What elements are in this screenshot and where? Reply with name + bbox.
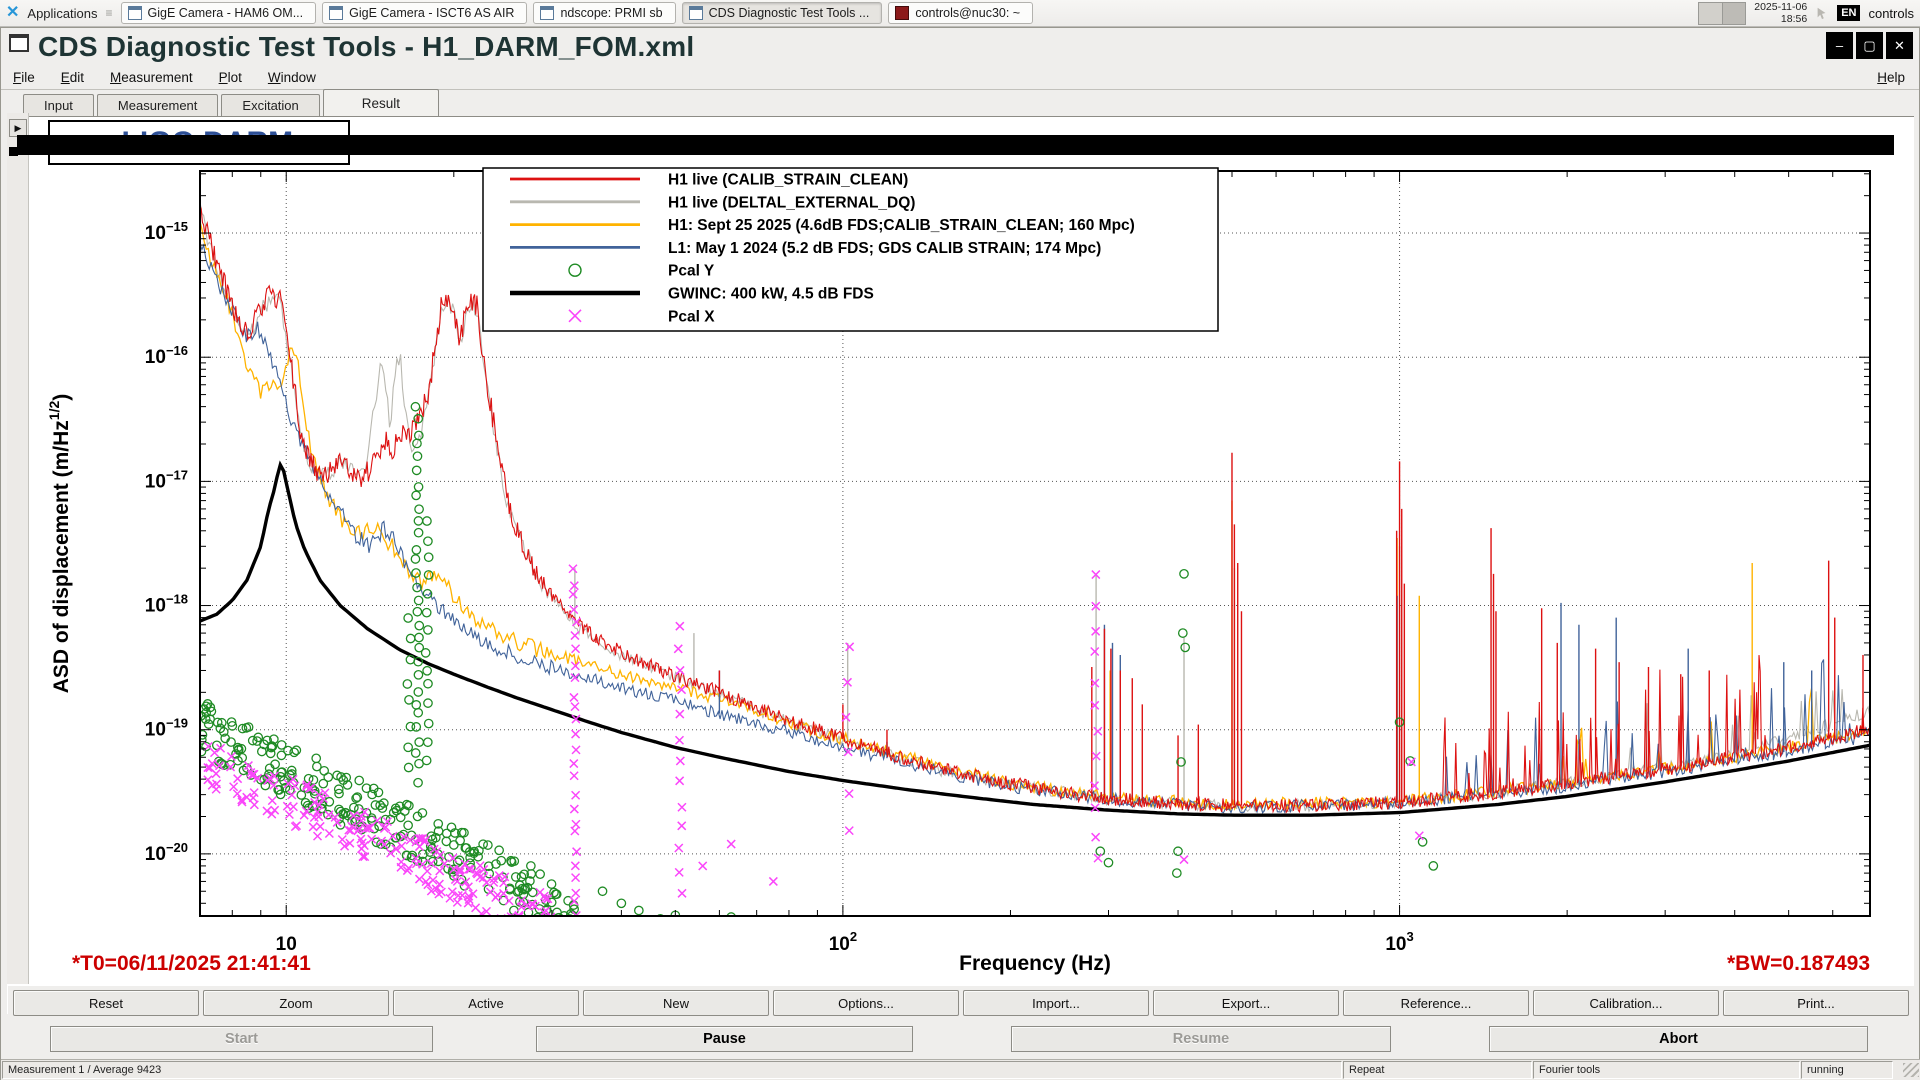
task-label: GigE Camera - ISCT6 AS AIR [349,6,514,20]
task-label: ndscope: PRMI sb [560,6,662,20]
resume-button[interactable]: Resume [1011,1026,1391,1052]
task-ndscope-prmi-sb[interactable]: ndscope: PRMI sb [533,2,675,24]
svg-text:103: 103 [1385,929,1413,955]
calibration-button[interactable]: Calibration... [1533,990,1719,1016]
svg-text:GWINC: 400 kW, 4.5 dB FDS: GWINC: 400 kW, 4.5 dB FDS [668,286,874,303]
svg-text:H1 live (DELTAL_EXTERNAL_DQ): H1 live (DELTAL_EXTERNAL_DQ) [668,194,915,211]
menu-help[interactable]: Help [1877,70,1919,85]
window-icon [9,34,29,52]
zoom-button[interactable]: Zoom [203,990,389,1016]
close-button[interactable]: ✕ [1886,32,1913,59]
task-label: controls@nuc30: ~ [915,6,1020,20]
toolbar: ResetZoomActiveNewOptions...Import...Exp… [8,986,1914,1020]
workspace-2[interactable] [1723,3,1746,24]
active-button[interactable]: Active [393,990,579,1016]
task-cds-diagnostic-test-tools[interactable]: CDS Diagnostic Test Tools ... [682,2,883,24]
svg-text:10−19: 10−19 [145,716,188,741]
print-button[interactable]: Print... [1723,990,1909,1016]
options-button[interactable]: Options... [773,990,959,1016]
svg-text:ASD of displacement (m/Hz1/2): ASD of displacement (m/Hz1/2) [46,394,73,694]
asd-plot: H1 live (CALIB_STRAIN_CLEAN) H1 live (DEL… [28,112,1908,985]
clock-date: 2025-11-06 [1754,1,1807,13]
svg-text:Pcal Y: Pcal Y [668,263,715,280]
menu-window[interactable]: Window [268,70,316,85]
user-label: controls [1868,6,1914,21]
status-state: running [1801,1061,1893,1079]
status-tools: Fourier tools [1533,1061,1800,1079]
import-button[interactable]: Import... [963,990,1149,1016]
menu-measurement[interactable]: Measurement [110,70,193,85]
reference-button[interactable]: Reference... [1343,990,1529,1016]
graph-selector-strip: ▶ [7,113,29,984]
abort-button[interactable]: Abort [1489,1026,1868,1052]
resize-grip[interactable] [1903,1063,1919,1077]
svg-text:10−15: 10−15 [145,219,188,244]
x-logo-icon: ✕ [6,5,19,21]
task-label: CDS Diagnostic Test Tools ... [709,6,870,20]
window-controls: –▢✕ [1826,32,1913,59]
svg-text:Frequency (Hz): Frequency (Hz) [959,952,1111,975]
window-icon [329,6,343,20]
workspace-1[interactable] [1699,3,1723,24]
window-icon [540,6,554,20]
clock: 2025-11-06 18:56 [1754,1,1807,25]
maximize-button[interactable]: ▢ [1856,32,1883,59]
task-label: GigE Camera - HAM6 OM... [148,6,304,20]
terminal-icon [895,6,909,20]
grip-icon: ≡ [106,6,113,20]
svg-text:10−18: 10−18 [145,592,188,617]
minimize-button[interactable]: – [1826,32,1853,59]
new-button[interactable]: New [583,990,769,1016]
svg-text:102: 102 [829,929,857,955]
task-buttons: GigE Camera - HAM6 OM... GigE Camera - IS… [121,2,1034,24]
menubar: File Edit Measurement Plot Window Help [1,65,1919,90]
svg-text:L1: May 1 2024 (5.2 dB FDS; GD: L1: May 1 2024 (5.2 dB FDS; GDS CALIB ST… [668,240,1101,257]
applications-menu[interactable]: Applications [27,6,97,21]
svg-text:H1 live (CALIB_STRAIN_CLEAN): H1 live (CALIB_STRAIN_CLEAN) [668,172,908,189]
task-controls-nuc30[interactable]: controls@nuc30: ~ [888,2,1033,24]
titlebar: CDS Diagnostic Test Tools - H1_DARM_FOM.… [1,28,1919,65]
svg-text:10−16: 10−16 [145,343,188,368]
control-row: Start Pause Resume Abort [8,1021,1914,1058]
pause-button[interactable]: Pause [536,1026,913,1052]
statusbar: Measurement 1 / Average 9423 Repeat Four… [1,1059,1920,1080]
svg-text:*BW=0.187493: *BW=0.187493 [1727,952,1870,975]
menu-edit[interactable]: Edit [61,70,84,85]
export-button[interactable]: Export... [1153,990,1339,1016]
language-badge[interactable]: EN [1837,5,1860,21]
taskbar: ✕ Applications ≡ GigE Camera - HAM6 OM..… [0,0,1920,27]
status-repeat: Repeat [1343,1061,1532,1079]
tab-result[interactable]: Result [323,89,439,116]
workspace-switcher[interactable] [1698,2,1746,25]
task-gige-camera-ham6-om[interactable]: GigE Camera - HAM6 OM... [121,2,317,24]
start-button[interactable]: Start [50,1026,433,1052]
status-measurement: Measurement 1 / Average 9423 [2,1061,1342,1079]
black-banner [17,135,1894,155]
window-icon [689,6,703,20]
task-gige-camera-isct6-as-air[interactable]: GigE Camera - ISCT6 AS AIR [322,2,527,24]
taskbar-tray: 2025-11-06 18:56 EN controls [1698,1,1914,25]
svg-text:*T0=06/11/2025 21:41:41: *T0=06/11/2025 21:41:41 [72,952,311,975]
window-title: CDS Diagnostic Test Tools - H1_DARM_FOM.… [38,31,694,63]
notification-icon[interactable] [1815,6,1829,20]
svg-text:10−20: 10−20 [145,840,188,865]
clock-time: 18:56 [1754,13,1807,25]
svg-text:H1: Sept 25 2025 (4.6dB FDS;CA: H1: Sept 25 2025 (4.6dB FDS;CALIB_STRAIN… [668,217,1135,234]
svg-text:10−17: 10−17 [145,467,188,492]
menu-file[interactable]: File [13,70,35,85]
menu-plot[interactable]: Plot [219,70,242,85]
window-icon [128,6,142,20]
reset-button[interactable]: Reset [13,990,199,1016]
svg-text:Pcal X: Pcal X [668,308,715,325]
